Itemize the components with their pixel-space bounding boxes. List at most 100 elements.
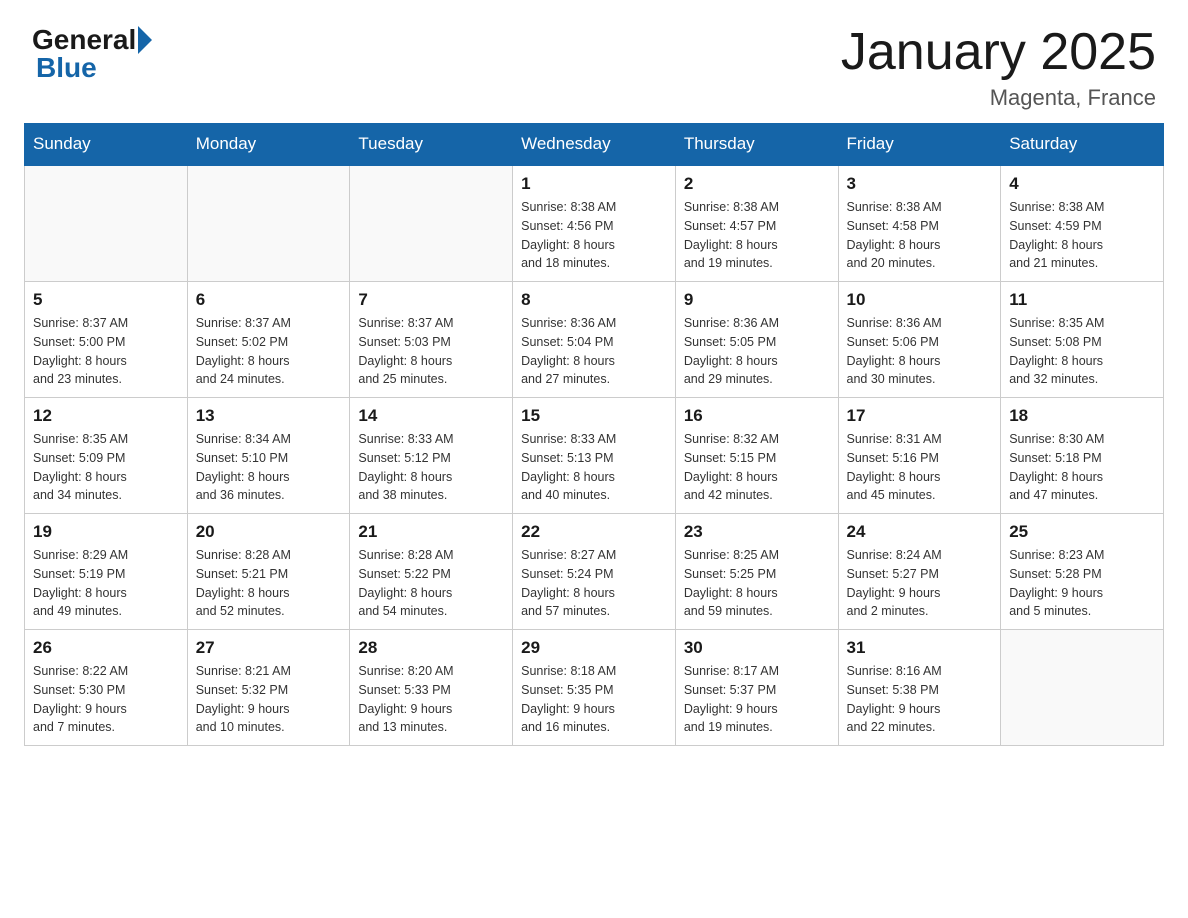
- day-info: Sunrise: 8:28 AM Sunset: 5:22 PM Dayligh…: [358, 546, 504, 621]
- calendar-cell: 13 Sunrise: 8:34 AM Sunset: 5:10 PM Dayli…: [187, 398, 350, 514]
- calendar-cell: 17Sunrise: 8:31 AM Sunset: 5:16 PM Dayli…: [838, 398, 1001, 514]
- header-saturday: Saturday: [1001, 124, 1164, 166]
- calendar-cell: 15 Sunrise: 8:33 AM Sunset: 5:13 PM Dayli…: [513, 398, 676, 514]
- day-info: Sunrise: 8:34 AM Sunset: 5:10 PM Dayligh…: [196, 430, 342, 505]
- header-tuesday: Tuesday: [350, 124, 513, 166]
- calendar-cell: [25, 165, 188, 282]
- day-info: Sunrise: 8:30 AM Sunset: 5:18 PM Dayligh…: [1009, 430, 1155, 505]
- calendar-cell: 14 Sunrise: 8:33 AM Sunset: 5:12 PM Dayli…: [350, 398, 513, 514]
- calendar-cell: 31 Sunrise: 8:16 AM Sunset: 5:38 PM Dayli…: [838, 630, 1001, 746]
- day-info: Sunrise: 8:16 AM Sunset: 5:38 PM Dayligh…: [847, 662, 993, 737]
- calendar-cell: 19Sunrise: 8:29 AM Sunset: 5:19 PM Dayli…: [25, 514, 188, 630]
- calendar-week-1: 1 Sunrise: 8:38 AM Sunset: 4:56 PM Daylig…: [25, 165, 1164, 282]
- calendar-week-5: 26 Sunrise: 8:22 AM Sunset: 5:30 PM Dayli…: [25, 630, 1164, 746]
- day-info: Sunrise: 8:33 AM Sunset: 5:12 PM Dayligh…: [358, 430, 504, 505]
- day-info: Sunrise: 8:22 AM Sunset: 5:30 PM Dayligh…: [33, 662, 179, 737]
- day-number: 29: [521, 638, 667, 658]
- day-number: 21: [358, 522, 504, 542]
- calendar-cell: 10 Sunrise: 8:36 AM Sunset: 5:06 PM Dayli…: [838, 282, 1001, 398]
- calendar-cell: 22Sunrise: 8:27 AM Sunset: 5:24 PM Dayli…: [513, 514, 676, 630]
- page-header: General Blue January 2025 Magenta, Franc…: [0, 0, 1188, 123]
- calendar-cell: 23Sunrise: 8:25 AM Sunset: 5:25 PM Dayli…: [675, 514, 838, 630]
- calendar-cell: 5 Sunrise: 8:37 AM Sunset: 5:00 PM Daylig…: [25, 282, 188, 398]
- day-number: 6: [196, 290, 342, 310]
- day-number: 1: [521, 174, 667, 194]
- day-info: Sunrise: 8:35 AM Sunset: 5:09 PM Dayligh…: [33, 430, 179, 505]
- day-number: 12: [33, 406, 179, 426]
- day-info: Sunrise: 8:33 AM Sunset: 5:13 PM Dayligh…: [521, 430, 667, 505]
- day-info: Sunrise: 8:37 AM Sunset: 5:00 PM Dayligh…: [33, 314, 179, 389]
- day-info: Sunrise: 8:21 AM Sunset: 5:32 PM Dayligh…: [196, 662, 342, 737]
- day-number: 2: [684, 174, 830, 194]
- calendar-cell: 7 Sunrise: 8:37 AM Sunset: 5:03 PM Daylig…: [350, 282, 513, 398]
- day-number: 7: [358, 290, 504, 310]
- calendar-cell: 26 Sunrise: 8:22 AM Sunset: 5:30 PM Dayli…: [25, 630, 188, 746]
- day-info: Sunrise: 8:28 AM Sunset: 5:21 PM Dayligh…: [196, 546, 342, 621]
- day-number: 3: [847, 174, 993, 194]
- day-info: Sunrise: 8:31 AM Sunset: 5:16 PM Dayligh…: [847, 430, 993, 505]
- calendar-cell: 4 Sunrise: 8:38 AM Sunset: 4:59 PM Daylig…: [1001, 165, 1164, 282]
- calendar-table: SundayMondayTuesdayWednesdayThursdayFrid…: [24, 123, 1164, 746]
- header-friday: Friday: [838, 124, 1001, 166]
- calendar-cell: 25Sunrise: 8:23 AM Sunset: 5:28 PM Dayli…: [1001, 514, 1164, 630]
- calendar-cell: 8 Sunrise: 8:36 AM Sunset: 5:04 PM Daylig…: [513, 282, 676, 398]
- calendar-cell: 12 Sunrise: 8:35 AM Sunset: 5:09 PM Dayli…: [25, 398, 188, 514]
- calendar-cell: 29 Sunrise: 8:18 AM Sunset: 5:35 PM Dayli…: [513, 630, 676, 746]
- day-info: Sunrise: 8:25 AM Sunset: 5:25 PM Dayligh…: [684, 546, 830, 621]
- day-info: Sunrise: 8:18 AM Sunset: 5:35 PM Dayligh…: [521, 662, 667, 737]
- day-info: Sunrise: 8:24 AM Sunset: 5:27 PM Dayligh…: [847, 546, 993, 621]
- calendar-cell: [350, 165, 513, 282]
- day-info: Sunrise: 8:38 AM Sunset: 4:59 PM Dayligh…: [1009, 198, 1155, 273]
- day-info: Sunrise: 8:27 AM Sunset: 5:24 PM Dayligh…: [521, 546, 667, 621]
- calendar-cell: 24 Sunrise: 8:24 AM Sunset: 5:27 PM Dayli…: [838, 514, 1001, 630]
- calendar-week-3: 12 Sunrise: 8:35 AM Sunset: 5:09 PM Dayli…: [25, 398, 1164, 514]
- header-thursday: Thursday: [675, 124, 838, 166]
- day-number: 4: [1009, 174, 1155, 194]
- calendar-cell: 3 Sunrise: 8:38 AM Sunset: 4:58 PM Daylig…: [838, 165, 1001, 282]
- calendar-cell: 18 Sunrise: 8:30 AM Sunset: 5:18 PM Dayli…: [1001, 398, 1164, 514]
- day-number: 15: [521, 406, 667, 426]
- day-number: 27: [196, 638, 342, 658]
- header-wednesday: Wednesday: [513, 124, 676, 166]
- day-number: 30: [684, 638, 830, 658]
- calendar-week-2: 5 Sunrise: 8:37 AM Sunset: 5:00 PM Daylig…: [25, 282, 1164, 398]
- day-info: Sunrise: 8:17 AM Sunset: 5:37 PM Dayligh…: [684, 662, 830, 737]
- calendar-cell: 11Sunrise: 8:35 AM Sunset: 5:08 PM Dayli…: [1001, 282, 1164, 398]
- day-number: 5: [33, 290, 179, 310]
- day-number: 9: [684, 290, 830, 310]
- day-number: 31: [847, 638, 993, 658]
- day-number: 8: [521, 290, 667, 310]
- day-number: 11: [1009, 290, 1155, 310]
- day-info: Sunrise: 8:36 AM Sunset: 5:04 PM Dayligh…: [521, 314, 667, 389]
- logo-arrow-icon: [138, 26, 152, 54]
- calendar-header-row: SundayMondayTuesdayWednesdayThursdayFrid…: [25, 124, 1164, 166]
- day-info: Sunrise: 8:38 AM Sunset: 4:56 PM Dayligh…: [521, 198, 667, 273]
- header-sunday: Sunday: [25, 124, 188, 166]
- day-info: Sunrise: 8:36 AM Sunset: 5:05 PM Dayligh…: [684, 314, 830, 389]
- day-number: 10: [847, 290, 993, 310]
- header-monday: Monday: [187, 124, 350, 166]
- day-number: 14: [358, 406, 504, 426]
- day-info: Sunrise: 8:38 AM Sunset: 4:58 PM Dayligh…: [847, 198, 993, 273]
- title-section: January 2025 Magenta, France: [841, 24, 1156, 111]
- calendar-container: SundayMondayTuesdayWednesdayThursdayFrid…: [0, 123, 1188, 770]
- logo-blue-text: Blue: [36, 52, 97, 84]
- calendar-cell: 30 Sunrise: 8:17 AM Sunset: 5:37 PM Dayli…: [675, 630, 838, 746]
- day-number: 26: [33, 638, 179, 658]
- day-number: 28: [358, 638, 504, 658]
- calendar-subtitle: Magenta, France: [841, 85, 1156, 111]
- calendar-cell: 1 Sunrise: 8:38 AM Sunset: 4:56 PM Daylig…: [513, 165, 676, 282]
- day-number: 16: [684, 406, 830, 426]
- calendar-cell: 28Sunrise: 8:20 AM Sunset: 5:33 PM Dayli…: [350, 630, 513, 746]
- day-number: 18: [1009, 406, 1155, 426]
- day-info: Sunrise: 8:36 AM Sunset: 5:06 PM Dayligh…: [847, 314, 993, 389]
- calendar-cell: 20Sunrise: 8:28 AM Sunset: 5:21 PM Dayli…: [187, 514, 350, 630]
- day-number: 24: [847, 522, 993, 542]
- day-info: Sunrise: 8:37 AM Sunset: 5:03 PM Dayligh…: [358, 314, 504, 389]
- calendar-week-4: 19Sunrise: 8:29 AM Sunset: 5:19 PM Dayli…: [25, 514, 1164, 630]
- day-info: Sunrise: 8:37 AM Sunset: 5:02 PM Dayligh…: [196, 314, 342, 389]
- calendar-title: January 2025: [841, 24, 1156, 81]
- day-number: 13: [196, 406, 342, 426]
- calendar-cell: 27 Sunrise: 8:21 AM Sunset: 5:32 PM Dayli…: [187, 630, 350, 746]
- day-number: 19: [33, 522, 179, 542]
